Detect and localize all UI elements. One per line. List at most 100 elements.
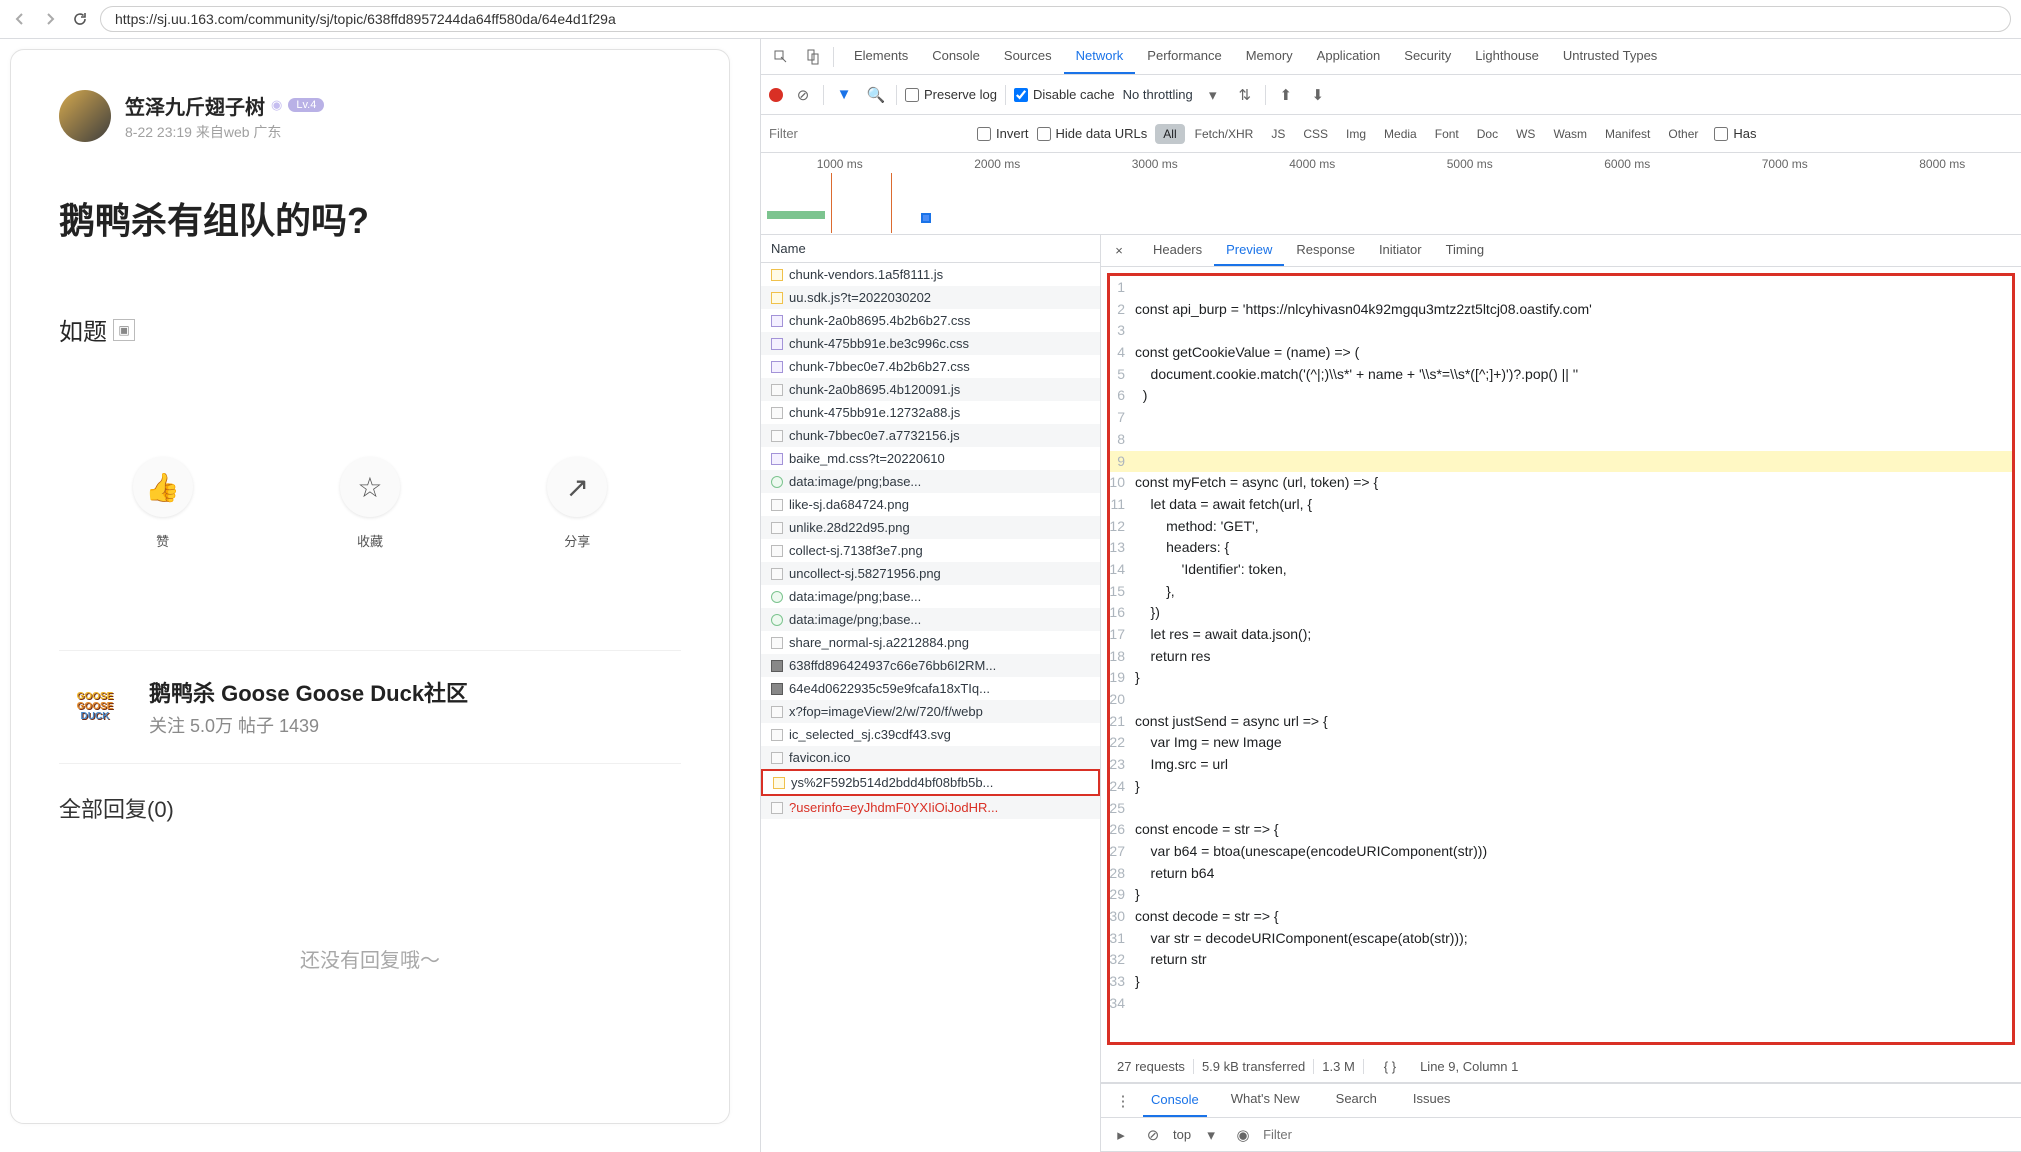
disable-cache-checkbox[interactable]: Disable cache	[1014, 87, 1115, 102]
back-icon[interactable]	[10, 9, 30, 29]
preserve-log-checkbox[interactable]: Preserve log	[905, 87, 997, 102]
filter-type-manifest[interactable]: Manifest	[1597, 124, 1658, 144]
console-filter-input[interactable]	[1263, 1123, 2013, 1146]
request-row[interactable]: chunk-7bbec0e7.4b2b6b27.css	[761, 355, 1100, 378]
devtools-tab-lighthouse[interactable]: Lighthouse	[1463, 39, 1551, 74]
filter-type-img[interactable]: Img	[1338, 124, 1374, 144]
request-row[interactable]: data:image/png;base...	[761, 608, 1100, 631]
drawer-tab-whatsnew[interactable]: What's New	[1219, 1084, 1312, 1117]
request-row[interactable]: chunk-vendors.1a5f8111.js	[761, 263, 1100, 286]
username[interactable]: 笠泽九斤翅子树	[125, 91, 265, 120]
filter-type-all[interactable]: All	[1155, 124, 1184, 144]
drawer-tab-search[interactable]: Search	[1324, 1084, 1389, 1117]
like-button[interactable]: 👍 赞	[133, 457, 193, 550]
console-context-icon[interactable]: ▸	[1109, 1123, 1133, 1147]
network-timeline[interactable]: 1000 ms2000 ms3000 ms4000 ms5000 ms6000 …	[761, 153, 2021, 235]
clear-console-icon[interactable]: ⊘	[1141, 1123, 1165, 1147]
network-filter-input[interactable]	[769, 122, 969, 145]
request-row[interactable]: uncollect-sj.58271956.png	[761, 562, 1100, 585]
share-button[interactable]: ↗ 分享	[547, 457, 607, 550]
filter-type-wasm[interactable]: Wasm	[1545, 124, 1595, 144]
devtools-tab-network[interactable]: Network	[1064, 39, 1136, 74]
code-line: 10const myFetch = async (url, token) => …	[1107, 472, 2015, 494]
drawer-menu-icon[interactable]: ⋮	[1111, 1089, 1135, 1113]
detail-tab-preview[interactable]: Preview	[1214, 235, 1284, 266]
devtools-tab-elements[interactable]: Elements	[842, 39, 920, 74]
request-name: chunk-7bbec0e7.a7732156.js	[789, 428, 960, 443]
request-list: Name chunk-vendors.1a5f8111.jsuu.sdk.js?…	[761, 235, 1101, 1152]
detail-tab-response[interactable]: Response	[1284, 235, 1367, 266]
request-row[interactable]: baike_md.css?t=20220610	[761, 447, 1100, 470]
avatar[interactable]	[59, 90, 111, 142]
drawer-tab-console[interactable]: Console	[1143, 1084, 1207, 1117]
devtools-tab-sources[interactable]: Sources	[992, 39, 1064, 74]
post-meta: 8-22 23:19 来自web 广东	[125, 122, 324, 142]
request-row[interactable]: chunk-2a0b8695.4b2b6b27.css	[761, 309, 1100, 332]
request-row[interactable]: 638ffd896424937c66e76bb6I2RM...	[761, 654, 1100, 677]
filter-type-js[interactable]: JS	[1263, 124, 1293, 144]
address-bar[interactable]	[100, 6, 2011, 32]
drawer-tab-issues[interactable]: Issues	[1401, 1084, 1463, 1117]
devtools-tab-security[interactable]: Security	[1392, 39, 1463, 74]
request-row[interactable]: data:image/png;base...	[761, 470, 1100, 493]
filter-type-font[interactable]: Font	[1427, 124, 1467, 144]
request-row[interactable]: like-sj.da684724.png	[761, 493, 1100, 516]
request-row[interactable]: chunk-2a0b8695.4b120091.js	[761, 378, 1100, 401]
devtools-tab-performance[interactable]: Performance	[1135, 39, 1233, 74]
request-row[interactable]: chunk-475bb91e.be3c996c.css	[761, 332, 1100, 355]
hide-data-urls-checkbox[interactable]: Hide data URLs	[1037, 126, 1148, 141]
request-row[interactable]: uu.sdk.js?t=2022030202	[761, 286, 1100, 309]
detail-tab-headers[interactable]: Headers	[1141, 235, 1214, 266]
clear-icon[interactable]: ⊘	[791, 83, 815, 107]
top-context[interactable]: top	[1173, 1127, 1191, 1142]
has-blocked-checkbox[interactable]: Has	[1714, 126, 1756, 141]
chevron-down-icon[interactable]: ▾	[1199, 1123, 1223, 1147]
devtools-tab-console[interactable]: Console	[920, 39, 992, 74]
preview-pane[interactable]: 12const api_burp = 'https://nlcyhivasn04…	[1101, 267, 2021, 1051]
invert-checkbox[interactable]: Invert	[977, 126, 1029, 141]
download-icon[interactable]: ⬇	[1306, 83, 1330, 107]
devtools-tab-untrusted types[interactable]: Untrusted Types	[1551, 39, 1669, 74]
reload-icon[interactable]	[70, 9, 90, 29]
request-row[interactable]: unlike.28d22d95.png	[761, 516, 1100, 539]
request-row[interactable]: chunk-7bbec0e7.a7732156.js	[761, 424, 1100, 447]
filter-type-doc[interactable]: Doc	[1469, 124, 1506, 144]
request-row[interactable]: x?fop=imageView/2/w/720/f/webp	[761, 700, 1100, 723]
record-button[interactable]	[769, 88, 783, 102]
favorite-button[interactable]: ☆ 收藏	[340, 457, 400, 550]
request-row[interactable]: ys%2F592b514d2bdd4bf08bfb5b...	[761, 769, 1100, 796]
throttling-select[interactable]: No throttling	[1123, 87, 1193, 102]
request-row[interactable]: share_normal-sj.a2212884.png	[761, 631, 1100, 654]
filter-type-other[interactable]: Other	[1660, 124, 1706, 144]
community-link[interactable]: GOOSEGOOSEDUCK 鹅鸭杀 Goose Goose Duck社区 关注…	[59, 650, 681, 764]
filter-type-ws[interactable]: WS	[1508, 124, 1543, 144]
filter-type-media[interactable]: Media	[1376, 124, 1425, 144]
search-icon[interactable]: 🔍	[864, 83, 888, 107]
post-body: 如题	[59, 312, 107, 347]
device-icon[interactable]	[801, 45, 825, 69]
code-line: 31 var str = decodeURIComponent(escape(a…	[1107, 928, 2015, 950]
file-css-icon	[771, 361, 783, 373]
chevron-down-icon[interactable]: ▾	[1201, 83, 1225, 107]
request-row[interactable]: ?userinfo=eyJhdmF0YXIiOiJodHR...	[761, 796, 1100, 819]
request-row[interactable]: ic_selected_sj.c39cdf43.svg	[761, 723, 1100, 746]
forward-icon[interactable]	[40, 9, 60, 29]
request-row[interactable]: 64e4d0622935c59e9fcafa18xTIq...	[761, 677, 1100, 700]
inspect-icon[interactable]	[769, 45, 793, 69]
name-column-header[interactable]: Name	[761, 235, 1100, 263]
wifi-icon[interactable]: ⇅	[1233, 83, 1257, 107]
upload-icon[interactable]: ⬆	[1274, 83, 1298, 107]
request-row[interactable]: collect-sj.7138f3e7.png	[761, 539, 1100, 562]
detail-tab-initiator[interactable]: Initiator	[1367, 235, 1434, 266]
filter-type-fetchxhr[interactable]: Fetch/XHR	[1187, 124, 1262, 144]
close-detail-icon[interactable]: ×	[1109, 243, 1129, 258]
devtools-tab-memory[interactable]: Memory	[1234, 39, 1305, 74]
request-row[interactable]: favicon.ico	[761, 746, 1100, 769]
detail-tab-timing[interactable]: Timing	[1434, 235, 1497, 266]
filter-type-css[interactable]: CSS	[1295, 124, 1336, 144]
request-row[interactable]: chunk-475bb91e.12732a88.js	[761, 401, 1100, 424]
eye-icon[interactable]: ◉	[1231, 1123, 1255, 1147]
funnel-icon[interactable]: ▼	[832, 83, 856, 107]
devtools-tab-application[interactable]: Application	[1305, 39, 1393, 74]
request-row[interactable]: data:image/png;base...	[761, 585, 1100, 608]
